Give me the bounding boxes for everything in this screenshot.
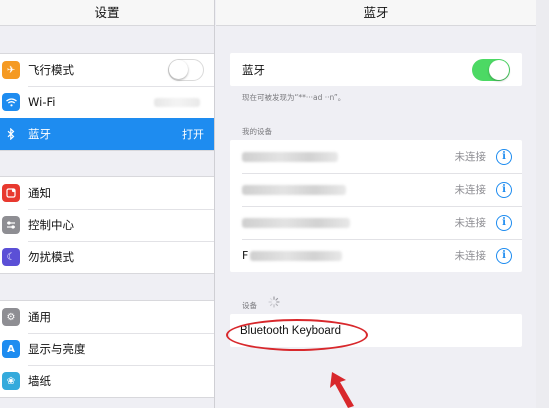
- sidebar-item-label: 蓝牙: [28, 127, 51, 141]
- bluetooth-icon: [2, 125, 20, 143]
- sidebar-item-label: 通知: [28, 186, 51, 200]
- sidebar-item-airplane-mode[interactable]: ✈ 飞行模式: [0, 54, 214, 86]
- paired-device-row[interactable]: 未连接 i: [230, 140, 522, 173]
- airplane-mode-toggle[interactable]: [168, 59, 204, 81]
- device-status: 未连接: [454, 151, 487, 163]
- moon-icon: ☾: [2, 248, 20, 266]
- sidebar-item-control-center[interactable]: 控制中心: [0, 209, 214, 241]
- control-center-icon: [2, 216, 20, 234]
- toggle-knob: [489, 59, 509, 80]
- detail-title: 蓝牙: [216, 0, 536, 26]
- info-icon[interactable]: i: [496, 247, 512, 264]
- sidebar-item-label: 通用: [28, 310, 51, 324]
- sidebar-item-bluetooth[interactable]: 蓝牙 打开: [0, 118, 214, 150]
- annotation-ellipse: [226, 319, 368, 351]
- sidebar-item-label: 勿扰模式: [28, 250, 74, 264]
- device-name-redacted: [242, 217, 350, 228]
- bluetooth-toggle-card: 蓝牙: [230, 53, 522, 86]
- wifi-icon: [2, 93, 20, 111]
- screen-edge: [536, 0, 549, 408]
- sidebar-item-do-not-disturb[interactable]: ☾ 勿扰模式: [0, 241, 214, 273]
- bluetooth-toggle-label: 蓝牙: [242, 62, 265, 77]
- device-status: 未连接: [454, 184, 487, 196]
- info-icon[interactable]: i: [496, 181, 512, 198]
- sidebar-item-wallpaper[interactable]: ❀ 墙纸: [0, 365, 214, 397]
- info-icon[interactable]: i: [496, 148, 512, 165]
- settings-sidebar: 设置 ✈ 飞行模式 Wi-Fi 蓝牙 打开 通知 控制中心 ☾ 勿扰模式 ⚙ 通…: [0, 0, 215, 408]
- display-brightness-icon: A: [2, 340, 20, 358]
- settings-group-general: ⚙ 通用 A 显示与亮度 ❀ 墙纸: [0, 300, 214, 398]
- paired-device-row[interactable]: F 未连接 i: [230, 239, 522, 272]
- device-status: 未连接: [454, 217, 487, 229]
- toggle-knob: [169, 60, 188, 79]
- settings-group-system: 通知 控制中心 ☾ 勿扰模式: [0, 176, 214, 274]
- paired-device-row[interactable]: 未连接 i: [230, 206, 522, 239]
- device-name-redacted: [242, 184, 346, 195]
- sidebar-item-label: 显示与亮度: [28, 342, 86, 356]
- discoverable-caption: 现在可被发现为“**···ad ··n”。: [242, 93, 346, 102]
- device-name-visible-prefix: F: [242, 249, 249, 262]
- device-name-redacted: [242, 151, 338, 162]
- bluetooth-status-value: 打开: [182, 128, 204, 141]
- my-devices-header: 我的设备: [242, 127, 272, 136]
- ipad-settings-screen: 设置 ✈ 飞行模式 Wi-Fi 蓝牙 打开 通知 控制中心 ☾ 勿扰模式 ⚙ 通…: [0, 0, 549, 408]
- airplane-icon: ✈: [2, 61, 20, 79]
- bluetooth-toggle-row: 蓝牙: [230, 53, 522, 86]
- sidebar-item-wifi[interactable]: Wi-Fi: [0, 86, 214, 118]
- wifi-network-name-redacted: [154, 97, 200, 107]
- sidebar-item-notifications[interactable]: 通知: [0, 177, 214, 209]
- device-name-redacted: [250, 250, 343, 261]
- wallpaper-icon: ❀: [2, 372, 20, 390]
- sidebar-item-label: Wi-Fi: [28, 95, 56, 109]
- sidebar-item-label: 墙纸: [28, 374, 51, 388]
- notifications-icon: [2, 184, 20, 202]
- sidebar-item-general[interactable]: ⚙ 通用: [0, 301, 214, 333]
- sidebar-item-label: 飞行模式: [28, 63, 74, 77]
- info-icon[interactable]: i: [496, 214, 512, 231]
- bluetooth-toggle[interactable]: [472, 58, 510, 81]
- sidebar-title: 设置: [0, 0, 214, 26]
- settings-group-connectivity: ✈ 飞行模式 Wi-Fi 蓝牙 打开: [0, 53, 214, 151]
- sidebar-item-label: 控制中心: [28, 218, 74, 232]
- annotation-arrow-icon: [330, 372, 354, 408]
- devices-header: 设备: [242, 301, 257, 310]
- sidebar-item-display-brightness[interactable]: A 显示与亮度: [0, 333, 214, 365]
- gear-icon: ⚙: [2, 308, 20, 326]
- my-devices-list: 未连接 i 未连接 i 未连接 i F 未连接 i: [230, 140, 522, 272]
- paired-device-row[interactable]: 未连接 i: [230, 173, 522, 206]
- device-status: 未连接: [454, 250, 487, 262]
- searching-spinner-icon: [268, 296, 280, 308]
